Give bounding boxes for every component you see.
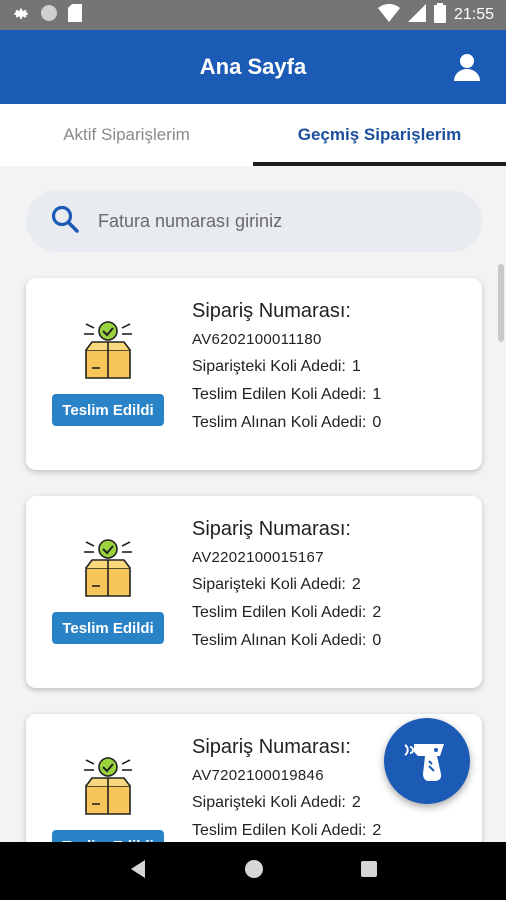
barcode-scanner-icon bbox=[403, 735, 451, 788]
delivered-package-icon bbox=[82, 756, 134, 816]
status-badge: Teslim Edildi bbox=[52, 394, 164, 426]
received-count-row: Teslim Alınan Koli Adedi: 0 bbox=[192, 414, 382, 431]
app-bar: Ana Sayfa bbox=[0, 30, 506, 104]
search-bar[interactable] bbox=[26, 190, 482, 252]
circle-icon bbox=[40, 4, 58, 27]
tab-past-orders[interactable]: Geçmiş Siparişlerim bbox=[253, 104, 506, 166]
order-number: AV7202100019846 bbox=[192, 767, 324, 784]
order-info: Sipariş Numarası: AV6202100011180 Sipari… bbox=[192, 300, 381, 432]
order-number: AV6202100011180 bbox=[192, 331, 322, 348]
delivered-package-icon bbox=[82, 538, 134, 598]
recents-icon[interactable] bbox=[361, 860, 378, 882]
delivered-package-icon bbox=[82, 320, 134, 380]
signal-icon bbox=[407, 3, 426, 27]
status-badge: Teslim Edildi bbox=[52, 830, 164, 842]
sd-card-icon bbox=[68, 3, 82, 27]
home-icon[interactable] bbox=[244, 859, 264, 884]
received-count-row: Teslim Alınan Koli Adedi: 0 bbox=[192, 632, 382, 649]
package-count-row: Siparişteki Koli Adedi: 2 bbox=[192, 576, 361, 593]
order-number: AV2202100015167 bbox=[192, 549, 324, 566]
clock-text: 21:55 bbox=[453, 6, 494, 23]
order-number-label: Sipariş Numarası: bbox=[192, 518, 351, 540]
settings-icon bbox=[12, 4, 30, 27]
barcode-scan-button[interactable] bbox=[384, 718, 470, 804]
status-bar: 21:55 bbox=[0, 0, 506, 30]
order-number-label: Sipariş Numarası: bbox=[192, 300, 351, 322]
system-nav-bar bbox=[0, 842, 506, 900]
delivered-count-row: Teslim Edilen Koli Adedi: 1 bbox=[192, 386, 382, 403]
order-info: Sipariş Numarası: AV2202100015167 Sipari… bbox=[192, 518, 381, 650]
battery-icon bbox=[433, 2, 446, 28]
search-input[interactable] bbox=[98, 210, 458, 232]
delivered-count-row: Teslim Edilen Koli Adedi: 2 bbox=[192, 604, 382, 621]
status-badge: Teslim Edildi bbox=[52, 612, 164, 644]
search-icon bbox=[50, 204, 80, 239]
profile-icon[interactable] bbox=[452, 52, 482, 82]
order-card[interactable]: Teslim Edildi Sipariş Numarası: AV620210… bbox=[26, 278, 482, 470]
package-count-row: Siparişteki Koli Adedi: 1 bbox=[192, 358, 361, 375]
scrollbar[interactable] bbox=[498, 264, 504, 342]
order-info: Sipariş Numarası: AV7202100019846 Sipari… bbox=[192, 736, 381, 840]
tab-active-orders[interactable]: Aktif Siparişlerim bbox=[0, 104, 253, 166]
package-count-row: Siparişteki Koli Adedi: 2 bbox=[192, 794, 361, 811]
tab-bar: Aktif Siparişlerim Geçmiş Siparişlerim bbox=[0, 104, 506, 166]
order-card[interactable]: Teslim Edildi Sipariş Numarası: AV220210… bbox=[26, 496, 482, 688]
page-title: Ana Sayfa bbox=[199, 54, 307, 79]
order-number-label: Sipariş Numarası: bbox=[192, 736, 351, 758]
delivered-count-row: Teslim Edilen Koli Adedi: 2 bbox=[192, 822, 382, 839]
wifi-icon bbox=[377, 3, 400, 27]
back-icon[interactable] bbox=[129, 859, 147, 884]
